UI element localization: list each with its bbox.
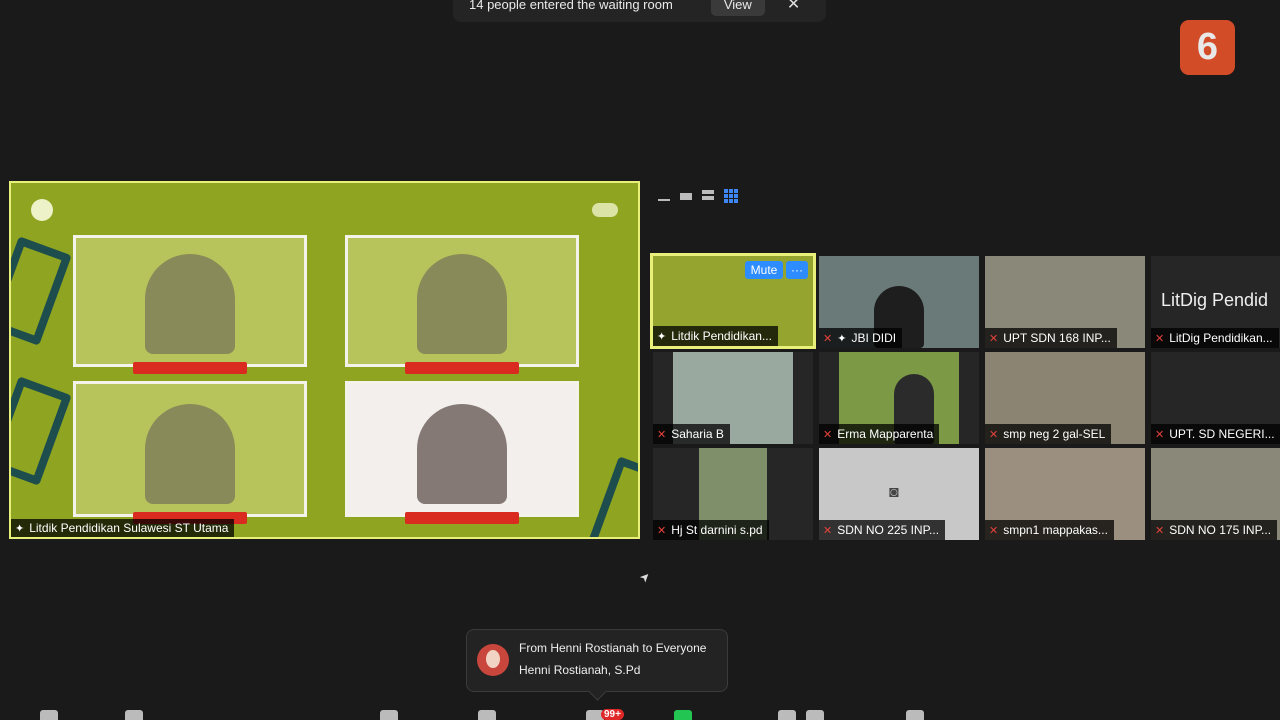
participant-name: Erma Mapparenta [837, 427, 934, 441]
share-screen-icon[interactable] [674, 710, 692, 720]
participant-tile[interactable]: ✕ SDN NO 175 INP... [1151, 448, 1280, 540]
strip-view-icon[interactable] [702, 190, 714, 200]
cursor-icon: ➤ [636, 568, 654, 586]
participant-name: Litdik Pendidikan... [671, 329, 772, 343]
participant-tile[interactable]: ✕ smp neg 2 gal-SEL [985, 352, 1145, 444]
main-video[interactable]: ✦ Litdik Pendidikan Sulawesi ST Utama [9, 181, 640, 539]
participant-name-label: ✦ Litdik Pendidikan... [653, 326, 778, 346]
more-options-button[interactable]: ··· [786, 261, 808, 279]
participant-display-name: LitDig Pendid [1161, 290, 1269, 310]
breakout-icon[interactable] [806, 710, 824, 720]
participant-name-label: ✕ SDN NO 175 INP... [1151, 520, 1278, 540]
participant-name-label: ✕ Erma Mapparenta [819, 424, 940, 444]
muted-mic-icon: ✕ [1155, 428, 1165, 441]
speaker-figure [417, 404, 507, 504]
muted-mic-icon: ✕ [657, 428, 667, 441]
participant-name-label: ✕ LitDig Pendidikan... [1151, 328, 1279, 348]
minimize-icon[interactable] [658, 189, 670, 201]
participants-icon[interactable] [478, 710, 496, 720]
participant-tile[interactable]: ◙ ✕ SDN NO 225 INP... [819, 448, 979, 540]
waiting-room-notification: 14 people entered the waiting room View … [453, 0, 826, 22]
participant-name: smpn1 mappakas... [1003, 523, 1108, 537]
decor-stripe [586, 456, 638, 537]
participant-tile[interactable]: ✕ UPT SDN 168 INP... [985, 256, 1145, 348]
participant-name-label: ✕ UPT SDN 168 INP... [985, 328, 1117, 348]
participant-name-label: ✕ Hj St darnini s.pd [653, 520, 769, 540]
meeting-toolbar [0, 706, 1280, 720]
muted-mic-icon: ✕ [989, 428, 999, 441]
view-mode-icons [658, 189, 738, 203]
participant-tile[interactable]: Mute ··· ✦ Litdik Pendidikan... [650, 253, 816, 349]
participant-name: Hj St darnini s.pd [671, 523, 763, 537]
participant-name: JBI DIDI [851, 331, 897, 345]
participant-name: SDN NO 175 INP... [1169, 523, 1272, 537]
participant-tile[interactable]: ✕ UPT. SD NEGERI... [1151, 352, 1280, 444]
pin-icon: ✦ [15, 522, 25, 535]
speaker-tile [345, 381, 579, 524]
muted-mic-icon: ✕ [823, 332, 833, 345]
record-icon[interactable] [778, 710, 796, 720]
speaker-view-icon[interactable] [680, 193, 692, 200]
muted-mic-icon: ✕ [657, 524, 667, 537]
speaker-tile [73, 235, 307, 374]
security-icon[interactable] [380, 710, 398, 720]
pin-icon: ✦ [657, 330, 667, 343]
participant-name: smp neg 2 gal-SEL [1003, 427, 1106, 441]
gallery-view-icon[interactable] [724, 189, 738, 203]
decor-stripe [11, 236, 72, 346]
speaker-figure [417, 254, 507, 354]
muted-mic-icon: ✕ [823, 428, 833, 441]
muted-mic-icon: ✕ [989, 332, 999, 345]
participant-name: SDN NO 225 INP... [837, 523, 940, 537]
participant-tile[interactable]: ✕ Hj St darnini s.pd [653, 448, 813, 540]
event-logo [31, 199, 53, 221]
stop-video-icon[interactable] [125, 710, 143, 720]
close-icon[interactable]: ✕ [787, 0, 800, 14]
waiting-room-text: 14 people entered the waiting room [469, 0, 673, 12]
participant-name: LitDig Pendidikan... [1169, 331, 1273, 345]
muted-mic-icon: ✕ [989, 524, 999, 537]
chat-tail [588, 682, 607, 701]
view-waiting-room-button[interactable]: View [710, 0, 765, 16]
participant-name-label: ✕ ✦ JBI DIDI [819, 328, 903, 348]
speaker-figure [145, 404, 235, 504]
participant-name: Saharia B [671, 427, 724, 441]
participant-name-label: ✕ smpn1 mappakas... [985, 520, 1114, 540]
participant-tile[interactable]: LitDig Pendid ✕ LitDig Pendidikan... [1151, 256, 1280, 348]
chat-badge: 99+ [601, 709, 624, 720]
speaker-tile [345, 235, 579, 374]
speaker-nameplate [133, 362, 247, 374]
chat-message: Henni Rostianah, S.Pd [519, 663, 641, 677]
event-logo-right [592, 203, 618, 217]
speaker-nameplate [405, 512, 519, 524]
decor-stripe [11, 376, 72, 486]
participant-name: UPT. SD NEGERI... [1169, 427, 1275, 441]
participant-tile[interactable]: ✕ smpn1 mappakas... [985, 448, 1145, 540]
avatar [477, 644, 509, 676]
participant-name-label: ✕ SDN NO 225 INP... [819, 520, 946, 540]
mute-button[interactable]: Mute [745, 261, 783, 279]
camera-off-icon: ◙ [889, 484, 899, 501]
participant-name-label: ✕ smp neg 2 gal-SEL [985, 424, 1112, 444]
speaker-tile [73, 381, 307, 524]
main-video-name: Litdik Pendidikan Sulawesi ST Utama [29, 521, 229, 535]
participant-name: UPT SDN 168 INP... [1003, 331, 1111, 345]
chat-notification[interactable]: From Henni Rostianah to Everyone Henni R… [466, 629, 728, 701]
pin-icon: ✦ [837, 332, 847, 345]
main-video-name-label: ✦ Litdik Pendidikan Sulawesi ST Utama [11, 519, 235, 537]
participant-tile[interactable]: ✕ ✦ JBI DIDI [819, 256, 979, 348]
participant-name-label: ✕ Saharia B [653, 424, 730, 444]
participant-tile[interactable]: ✕ Erma Mapparenta [819, 352, 979, 444]
channel-logo: 6 [1180, 20, 1235, 75]
participant-tile[interactable]: ✕ Saharia B [653, 352, 813, 444]
muted-mic-icon: ✕ [1155, 524, 1165, 537]
speaker-nameplate [405, 362, 519, 374]
muted-mic-icon: ✕ [1155, 332, 1165, 345]
mute-mic-icon[interactable] [40, 710, 58, 720]
speaker-figure [145, 254, 235, 354]
chat-sender: From Henni Rostianah to Everyone [519, 641, 707, 655]
reactions-icon[interactable] [906, 710, 924, 720]
participant-name-label: ✕ UPT. SD NEGERI... [1151, 424, 1280, 444]
muted-mic-icon: ✕ [823, 524, 833, 537]
